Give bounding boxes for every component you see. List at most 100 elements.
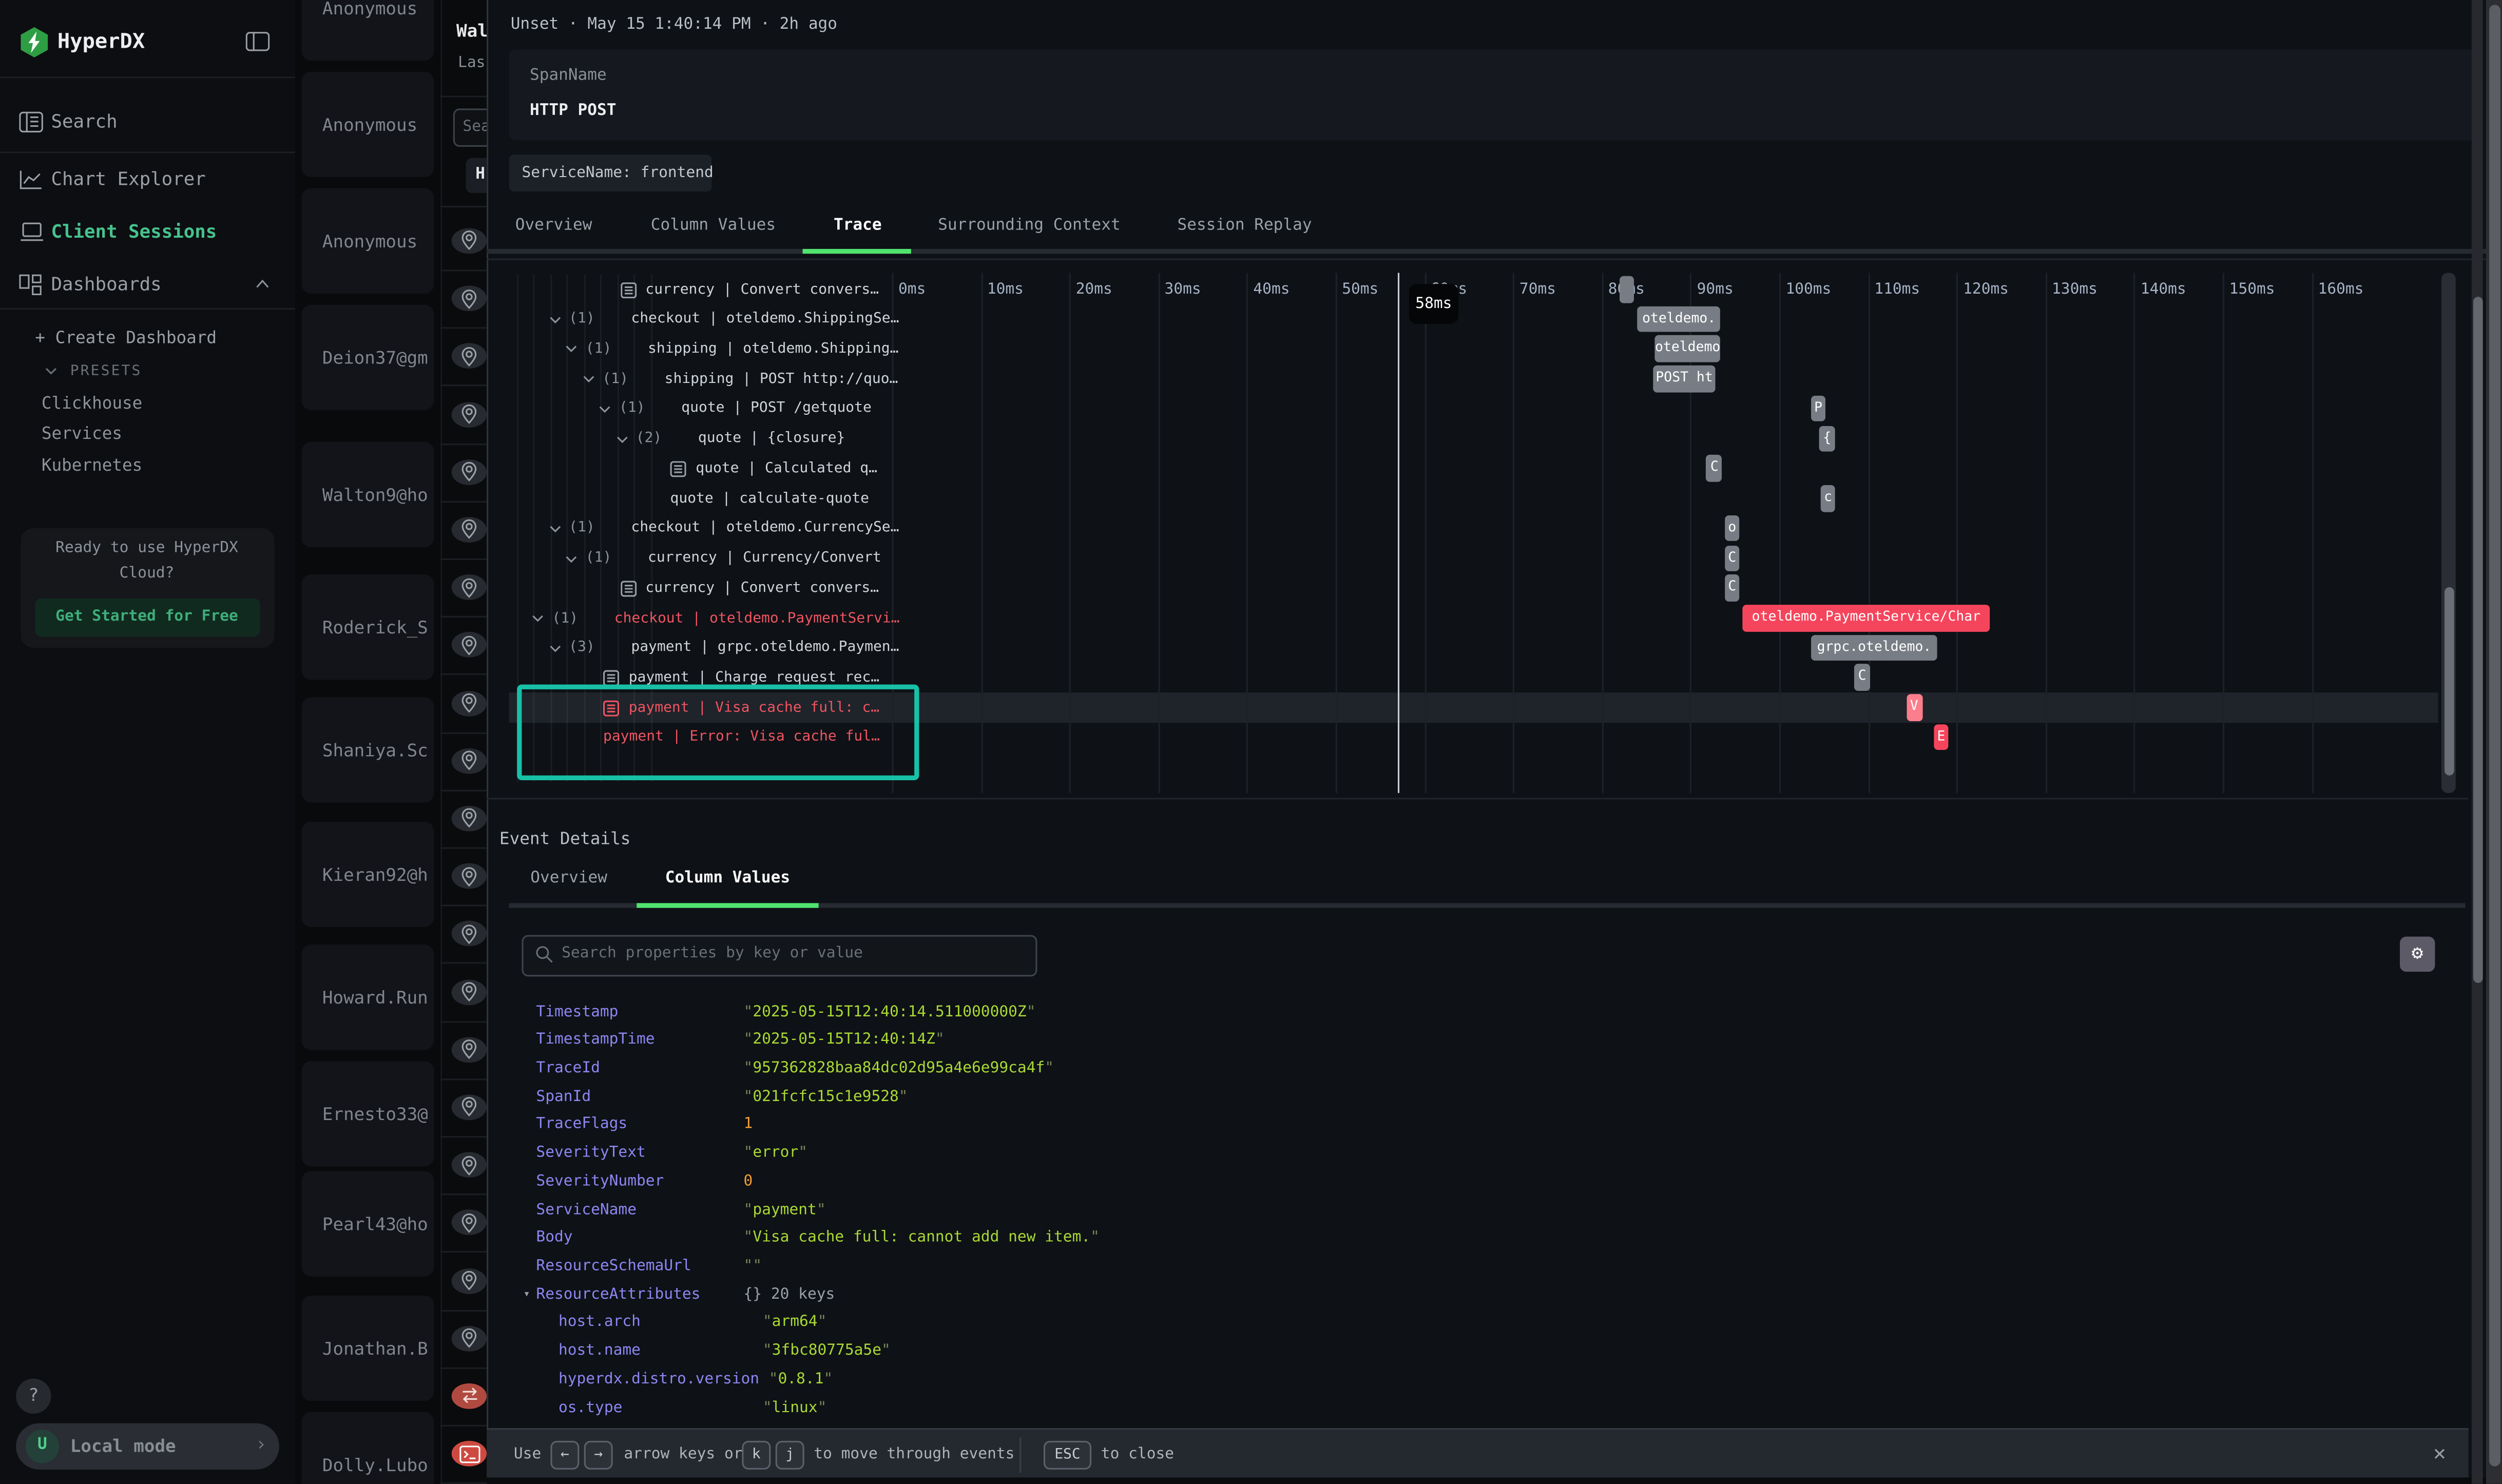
chevron-down-icon[interactable]: [548, 316, 561, 324]
tab-column-values[interactable]: Column Values: [651, 217, 776, 235]
gear-icon[interactable]: ⚙: [2412, 941, 2423, 964]
session-card[interactable]: Deion37@gm: [301, 305, 434, 410]
timeline-event-row[interactable]: [440, 1020, 487, 1080]
timeline-event-row[interactable]: [440, 1194, 487, 1254]
timeline-event-row[interactable]: [440, 905, 487, 965]
trace-row-label[interactable]: quote | POST /getquote: [681, 401, 872, 417]
session-card[interactable]: Dolly.Lubo: [301, 1412, 434, 1484]
session-card[interactable]: Ernesto33@: [301, 1061, 434, 1166]
trace-span-bar[interactable]: V: [1906, 695, 1922, 721]
trace-row[interactable]: quote | calculate-quote: [509, 484, 2438, 513]
timeline-event-row[interactable]: [440, 1425, 487, 1484]
trace-row[interactable]: currency | Convert convers…: [509, 573, 2438, 603]
session-card[interactable]: Walton9@ho: [301, 442, 434, 547]
trace-row-label[interactable]: shipping | oteldemo.Shipping…: [648, 341, 898, 357]
trace-span-bar[interactable]: [1620, 276, 1634, 302]
trace-row-label[interactable]: currency | Convert convers…: [645, 282, 879, 298]
sidebar-item-kubernetes[interactable]: Kubernetes: [42, 456, 143, 475]
property-key[interactable]: os.type: [559, 1399, 763, 1416]
property-key[interactable]: TraceId: [536, 1059, 743, 1077]
timeline-event-row[interactable]: [440, 270, 487, 330]
collapse-sidebar-icon[interactable]: [246, 32, 270, 51]
property-key[interactable]: host.name: [559, 1342, 763, 1360]
timeline-event-row[interactable]: [440, 327, 487, 387]
event-tab-column-values[interactable]: Column Values: [665, 870, 790, 887]
session-card[interactable]: Anonymous: [301, 0, 434, 61]
timeline-event-row[interactable]: [440, 386, 487, 445]
trace-row-label[interactable]: quote | calculate-quote: [670, 491, 869, 507]
create-dashboard-button[interactable]: + Create Dashboard: [35, 329, 217, 348]
trace-row[interactable]: (1)quote | POST /getquote: [509, 394, 2438, 423]
trace-row-label[interactable]: payment | Charge request rec…: [629, 670, 879, 686]
trace-row[interactable]: (1)shipping | POST http://quo…: [509, 364, 2438, 394]
timeline-event-row[interactable]: [440, 789, 487, 849]
trace-row-label[interactable]: quote | {closure}: [698, 431, 845, 447]
sidebar-item-dashboards[interactable]: Dashboards: [19, 271, 282, 303]
trace-row-label[interactable]: shipping | POST http://quo…: [665, 371, 898, 387]
tab-session-replay[interactable]: Session Replay: [1178, 217, 1312, 235]
expand-triangle-icon[interactable]: ▾: [524, 1287, 530, 1300]
timeline-event-row[interactable]: [440, 674, 487, 734]
timeline-event-row[interactable]: [440, 1136, 487, 1196]
trace-span-bar[interactable]: POST ht: [1653, 365, 1716, 392]
trace-span-bar[interactable]: oteldemo.: [1637, 306, 1720, 332]
tab-overview[interactable]: Overview: [515, 217, 592, 235]
sidebar-item-chart-explorer[interactable]: Chart Explorer: [19, 166, 282, 198]
brand-title[interactable]: HyperDX: [57, 30, 145, 54]
waterfall-scrollbar-thumb[interactable]: [2444, 587, 2454, 776]
session-card[interactable]: Jonathan.B: [301, 1296, 434, 1401]
drawer-scrollbar-thumb[interactable]: [2472, 297, 2482, 983]
trace-span-bar[interactable]: C: [1725, 545, 1740, 571]
trace-span-bar[interactable]: oteldemo.PaymentService/Char: [1742, 605, 1990, 631]
trace-row[interactable]: (1)checkout | oteldemo.ShippingSe…: [509, 304, 2438, 334]
chevron-down-icon[interactable]: [599, 405, 611, 413]
service-chip-label[interactable]: ServiceName: frontend: [522, 164, 713, 182]
event-tab-overview[interactable]: Overview: [530, 870, 607, 887]
close-icon[interactable]: ✕: [2433, 1442, 2446, 1467]
chevron-down-icon[interactable]: [531, 614, 544, 623]
property-key[interactable]: SeverityText: [536, 1144, 743, 1162]
session-card[interactable]: Kieran92@h: [301, 822, 434, 927]
trace-row[interactable]: currency | Convert convers…: [509, 275, 2438, 304]
timeline-event-row[interactable]: [440, 501, 487, 561]
timeline-event-row[interactable]: [440, 443, 487, 503]
property-key[interactable]: Timestamp: [536, 1003, 743, 1020]
mini-tab-label[interactable]: H: [475, 166, 485, 183]
page-scrollbar-thumb[interactable]: [2489, 5, 2500, 1466]
timeline-event-row[interactable]: [440, 1367, 487, 1427]
timeline-event-row[interactable]: [440, 616, 487, 676]
chevron-down-icon[interactable]: [615, 435, 628, 443]
timeline-event-row[interactable]: [440, 1078, 487, 1138]
session-card[interactable]: Anonymous: [301, 72, 434, 177]
trace-row-label[interactable]: checkout | oteldemo.PaymentServi…: [614, 610, 900, 626]
property-key[interactable]: TraceFlags: [536, 1116, 743, 1133]
trace-row-label[interactable]: payment | grpc.oteldemo.Paymen…: [631, 640, 899, 656]
trace-row-label[interactable]: checkout | oteldemo.ShippingSe…: [631, 312, 899, 327]
property-key[interactable]: host.arch: [559, 1314, 763, 1331]
chevron-down-icon[interactable]: [45, 367, 57, 375]
trace-row-label[interactable]: quote | Calculated q…: [696, 461, 877, 477]
get-started-label[interactable]: Get Started for Free: [55, 608, 238, 625]
trace-row[interactable]: (1)shipping | oteldemo.Shipping…: [509, 334, 2438, 364]
session-card[interactable]: Pearl43@ho: [301, 1171, 434, 1277]
property-key[interactable]: ResourceAttributes: [536, 1285, 743, 1303]
trace-row[interactable]: (1)currency | Currency/Convert: [509, 544, 2438, 573]
trace-span-bar[interactable]: {: [1819, 426, 1835, 452]
timeline-event-row[interactable]: [440, 558, 487, 618]
chevron-down-icon[interactable]: [565, 554, 578, 563]
property-key[interactable]: SpanId: [536, 1088, 743, 1105]
trace-row[interactable]: (3)payment | grpc.oteldemo.Paymen…: [509, 633, 2438, 663]
trace-row-label[interactable]: currency | Convert convers…: [645, 581, 879, 596]
property-key[interactable]: ResourceSchemaUrl: [536, 1257, 743, 1275]
sidebar-item-services[interactable]: Services: [42, 425, 122, 444]
session-card[interactable]: Roderick_S: [301, 574, 434, 680]
timeline-event-row[interactable]: [440, 212, 487, 272]
chevron-down-icon[interactable]: [548, 644, 561, 652]
chevron-down-icon[interactable]: [565, 345, 578, 354]
trace-span-bar[interactable]: C: [1706, 455, 1722, 481]
trace-span-bar[interactable]: o: [1725, 515, 1740, 541]
trace-span-bar[interactable]: C: [1725, 575, 1740, 601]
local-mode-label[interactable]: Local mode: [70, 1436, 176, 1457]
timeline-event-row[interactable]: [440, 1309, 487, 1369]
trace-row-label[interactable]: checkout | oteldemo.CurrencySe…: [631, 521, 899, 536]
